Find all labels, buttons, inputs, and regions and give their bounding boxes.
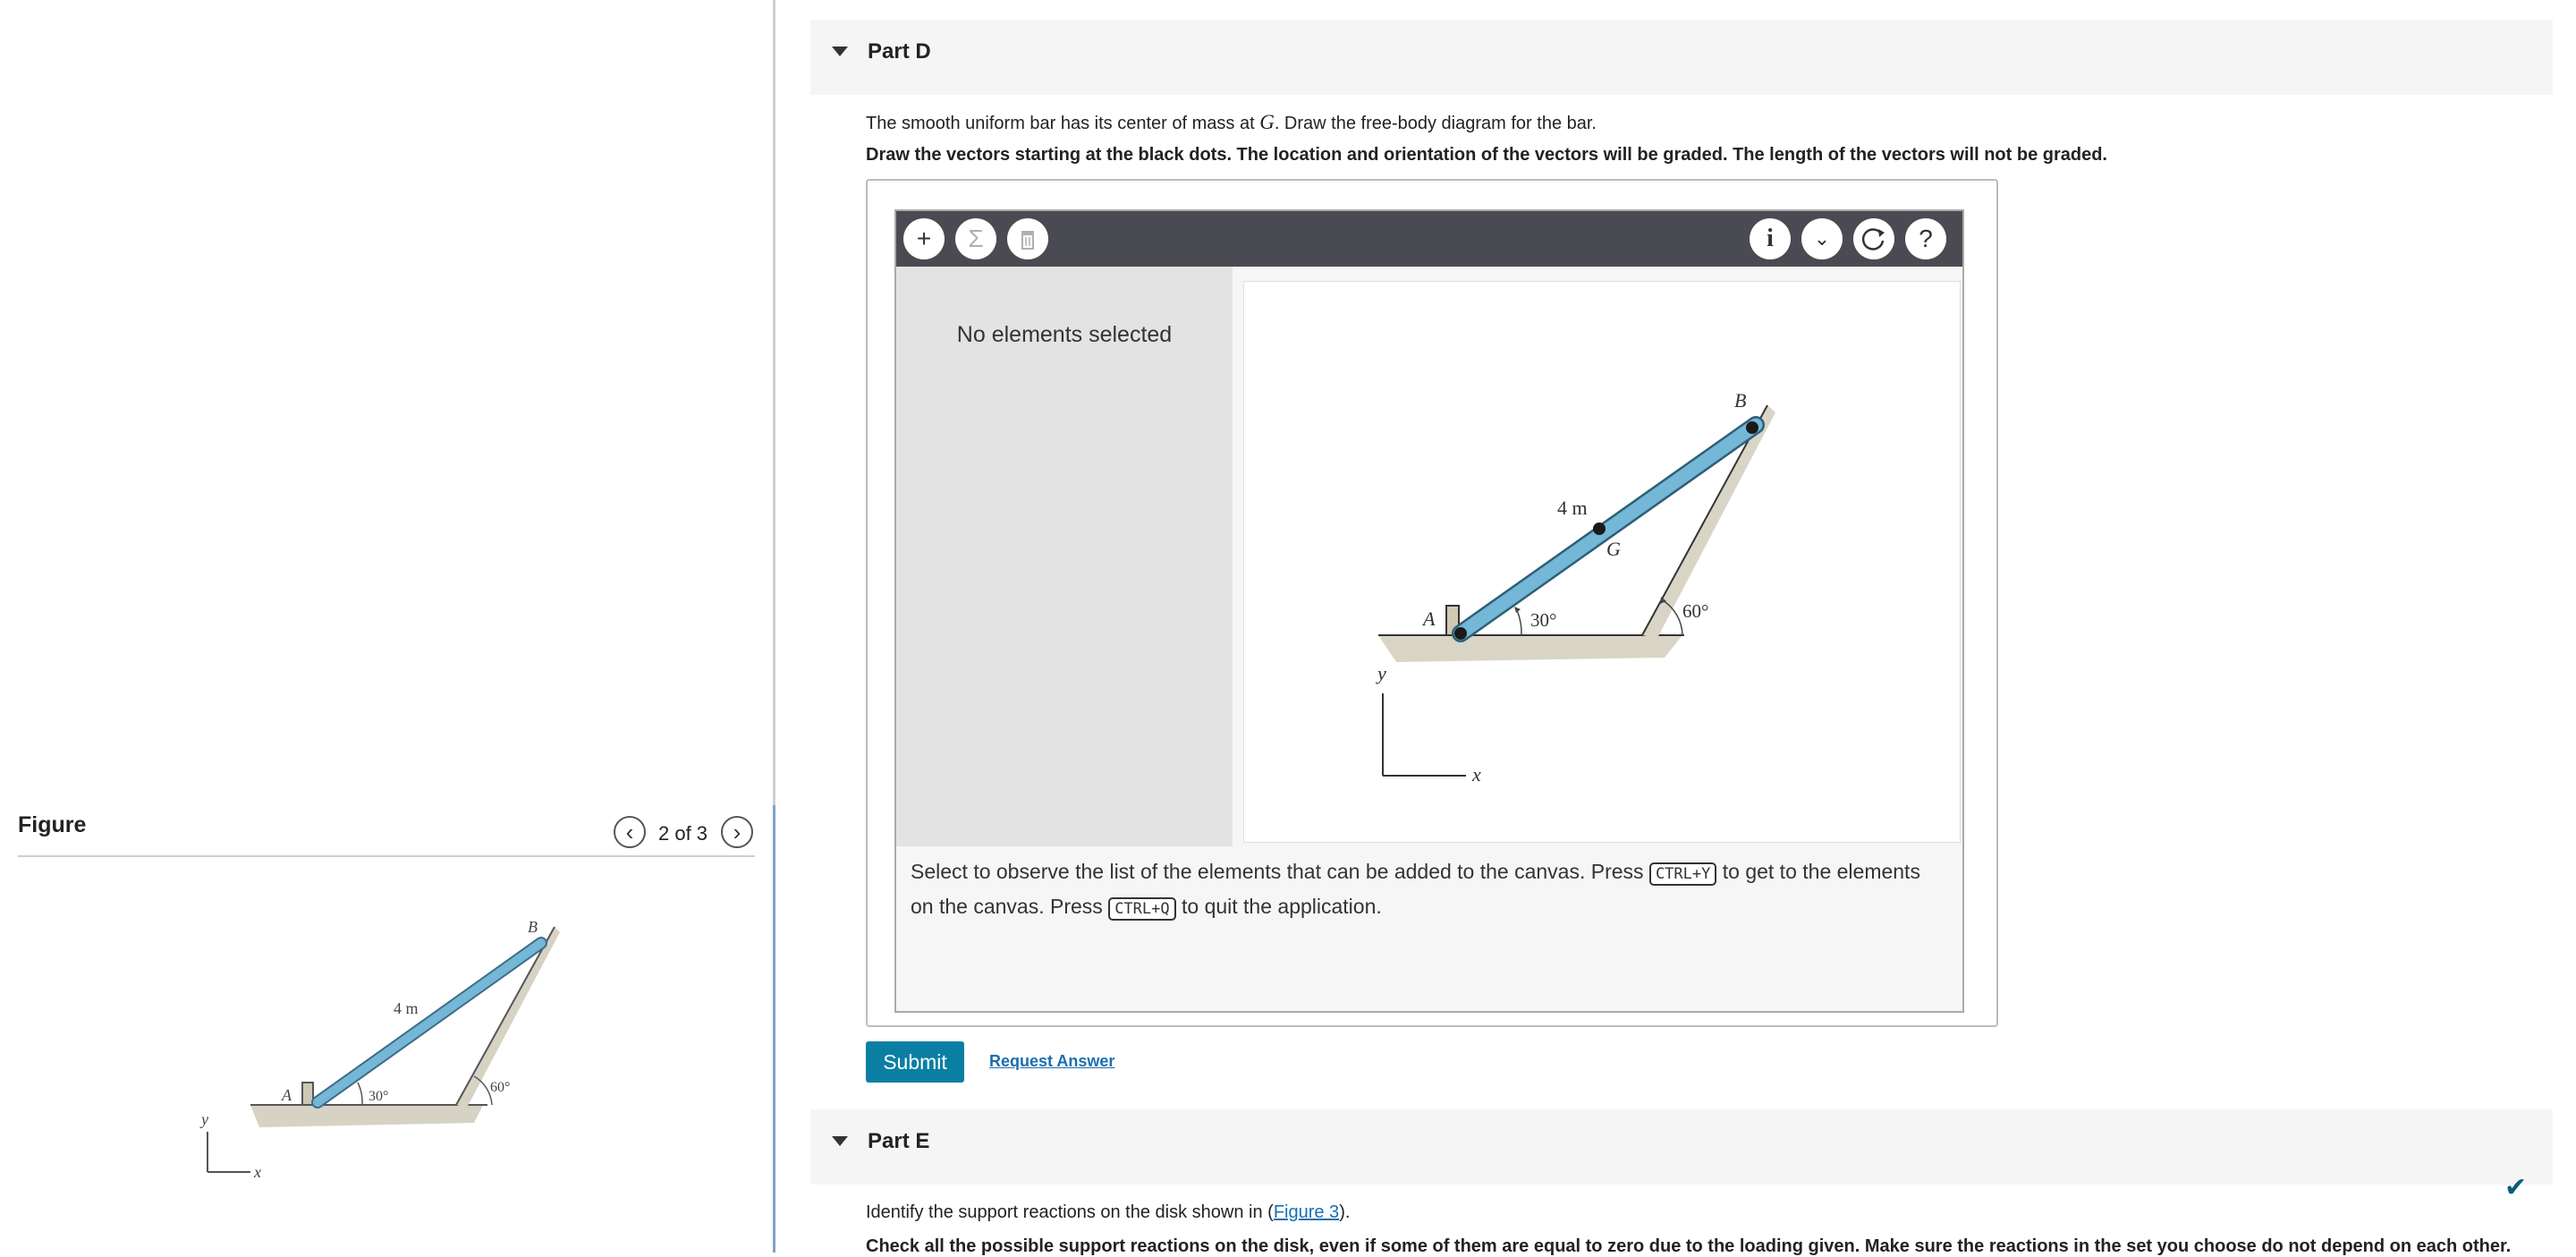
collapse-triangle-icon (832, 47, 848, 56)
panel-divider-handle[interactable] (773, 805, 775, 1253)
help-icon: ? (1919, 225, 1933, 252)
info-button[interactable]: i (1750, 218, 1791, 259)
figure-label-a: A (281, 1086, 292, 1104)
drawing-canvas[interactable]: B 4 m G A 30° 60° y x (1243, 281, 1961, 843)
sigma-button[interactable]: Σ (955, 218, 996, 259)
figure-diagram: B 4 m A 30° 60° y x (199, 918, 560, 1181)
part-e-statement: Identify the support reactions on the di… (866, 1202, 1351, 1222)
no-selection-message: No elements selected (956, 322, 1173, 347)
reset-icon (1861, 228, 1885, 251)
part-d-header[interactable]: Part D (810, 20, 2553, 95)
trash-icon (1021, 231, 1034, 250)
menu-button[interactable]: ⌄ (1801, 218, 1843, 259)
figure-title: Figure (18, 812, 87, 837)
drawing-toolbar: + Σ i ⌄ ? (896, 211, 1962, 267)
chevron-left-icon: ‹ (625, 819, 634, 845)
next-figure-button[interactable]: › (721, 816, 753, 848)
part-e-instruction: Check all the possible support reactions… (866, 1236, 2512, 1256)
key-ctrl-q: CTRL+Q (1108, 897, 1176, 921)
figure-panel: Figure ‹ 2 of 3 › B 4 m A 30° 60° y x (0, 0, 775, 1253)
delete-button[interactable] (1007, 218, 1048, 259)
sigma-icon: Σ (968, 225, 984, 252)
figure-counter: 2 of 3 (658, 822, 708, 845)
figure-incline-line (455, 926, 555, 1106)
figure-3-link[interactable]: Figure 3 (1274, 1202, 1339, 1222)
figure-axis-x: x (253, 1163, 261, 1181)
part-d-statement: The smooth uniform bar has its center of… (866, 111, 1597, 133)
chevron-down-icon: ⌄ (1813, 227, 1831, 250)
part-e-header[interactable]: Part E (810, 1109, 2553, 1185)
canvas-label-g: G (1606, 538, 1621, 560)
properties-panel: No elements selected (896, 267, 1233, 846)
figure-label-b: B (528, 918, 538, 936)
chevron-right-icon: › (733, 819, 741, 845)
collapse-triangle-icon (832, 1136, 848, 1146)
figure-label-length: 4 m (394, 999, 419, 1017)
request-answer-link[interactable]: Request Answer (989, 1052, 1114, 1071)
figure-label-angle-30: 30° (369, 1089, 388, 1104)
figure-axis-y: y (199, 1110, 208, 1128)
part-d-title: Part D (868, 39, 931, 64)
variable-g: G (1259, 111, 1275, 133)
key-ctrl-y: CTRL+Y (1648, 862, 1717, 886)
anchor-dot-a (1454, 627, 1467, 640)
figure-label-angle-60: 60° (490, 1080, 510, 1095)
part-d-instruction: Draw the vectors starting at the black d… (866, 145, 2107, 165)
anchor-dot-b (1746, 421, 1758, 434)
submit-button[interactable]: Submit (866, 1041, 964, 1083)
add-element-button[interactable]: + (903, 218, 945, 259)
canvas-label-b: B (1734, 389, 1746, 412)
checkmark-icon: ✔ (2504, 1173, 2528, 1202)
anchor-dot-g (1593, 522, 1606, 535)
part-e-title: Part E (868, 1129, 930, 1153)
canvas-axis-y: y (1376, 662, 1386, 684)
vector-drawing-tool: + Σ i ⌄ ? No elements selected B 4 m G A… (894, 209, 1964, 1013)
canvas-label-angle-30: 30° (1530, 609, 1556, 631)
info-icon: i (1767, 225, 1774, 252)
canvas-label-angle-60: 60° (1682, 600, 1708, 622)
plus-icon: + (916, 225, 932, 252)
previous-figure-button[interactable]: ‹ (614, 816, 646, 848)
reset-button[interactable] (1853, 218, 1894, 259)
canvas-diagram: B 4 m G A 30° 60° y x (1376, 389, 1775, 786)
canvas-label-length: 4 m (1557, 497, 1588, 519)
help-button[interactable]: ? (1905, 218, 1946, 259)
figure-divider (18, 855, 755, 857)
canvas-axis-x: x (1471, 763, 1481, 786)
canvas-label-a: A (1421, 607, 1436, 630)
keyboard-help-text: Select to observe the list of the elemen… (911, 855, 1939, 925)
